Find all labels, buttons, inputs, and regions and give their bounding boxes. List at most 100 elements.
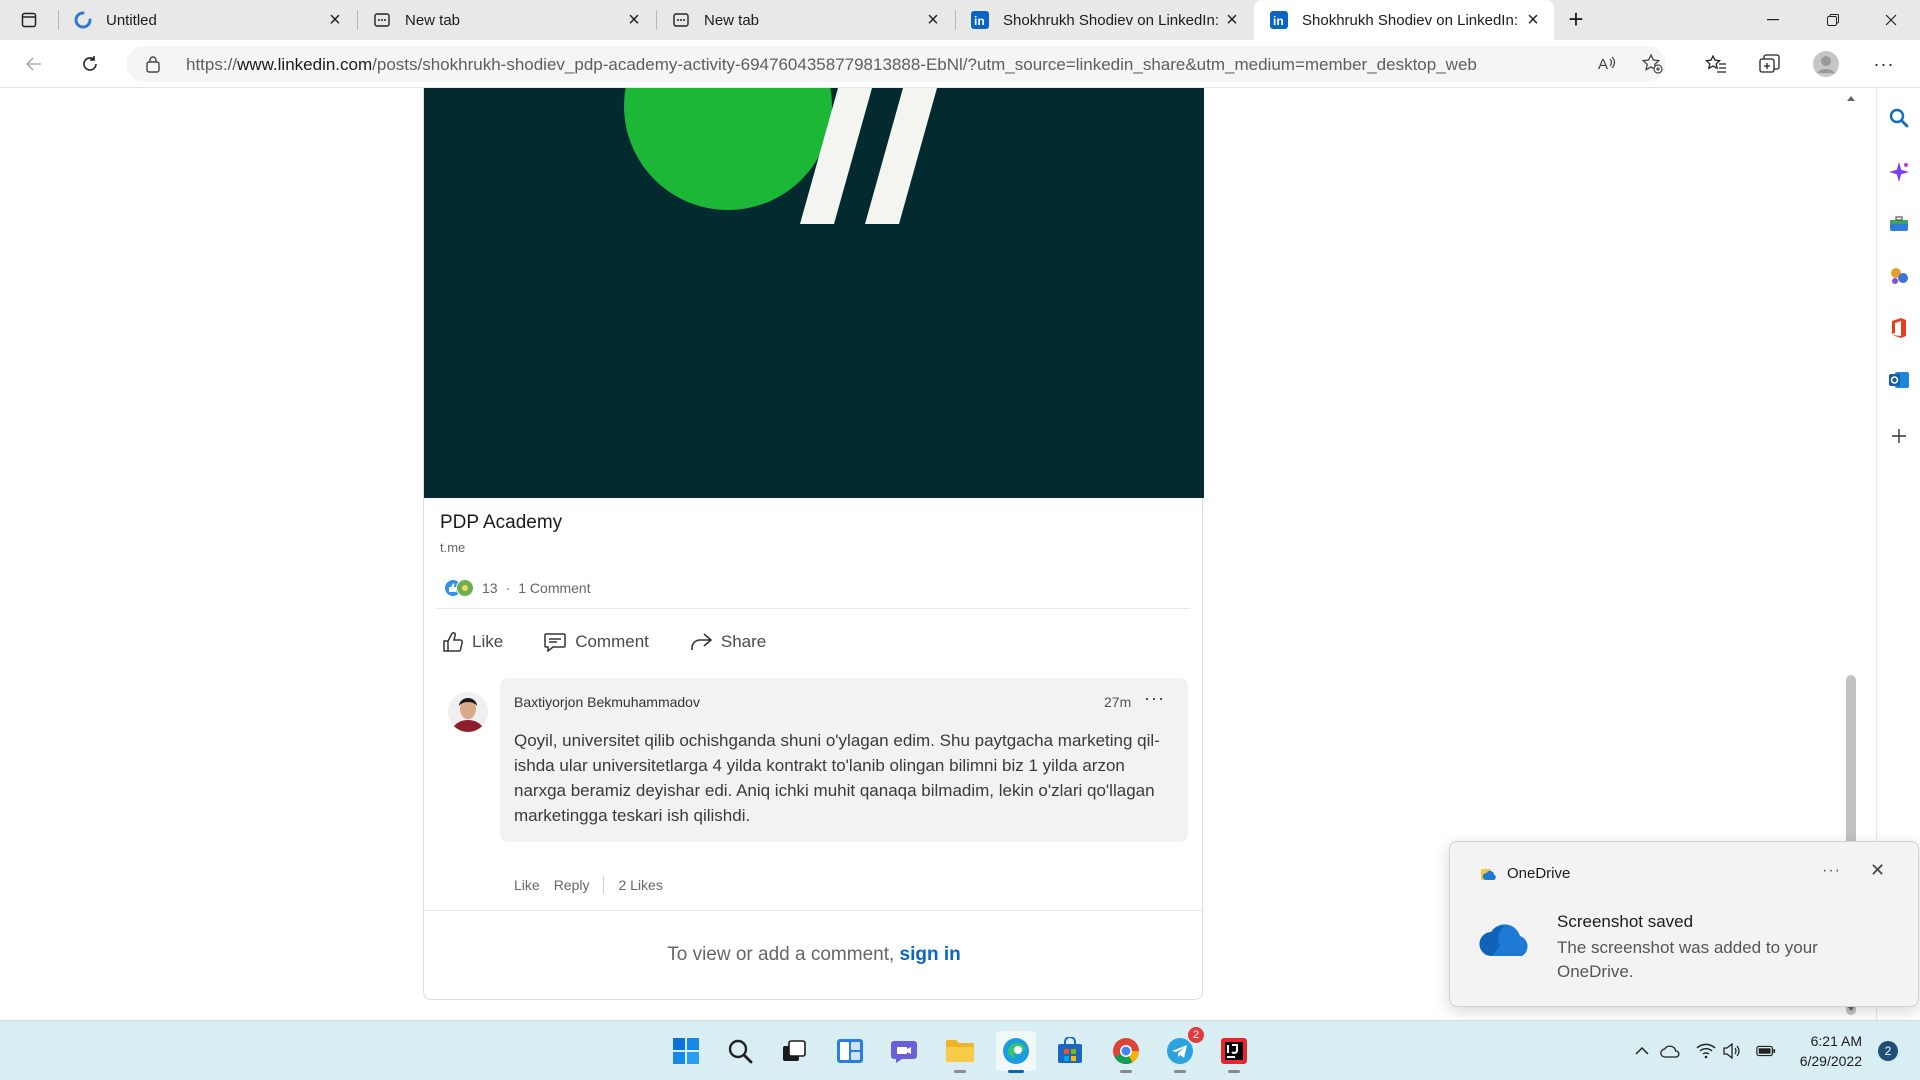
clock-date: 6/29/2022 [1799,1053,1862,1069]
onedrive-cloud-icon [1478,918,1534,963]
close-tab-icon[interactable]: × [1219,7,1245,33]
onedrive-tray-icon[interactable] [1660,1041,1680,1061]
new-tab-icon [672,11,690,29]
start-icon[interactable] [666,1031,706,1071]
close-tab-icon[interactable]: × [621,7,647,33]
favorites-icon[interactable] [1700,48,1732,80]
address-bar[interactable]: https://www.linkedin.com/posts/shokhrukh… [126,46,1666,82]
share-button[interactable]: Share [689,632,766,652]
onedrive-notification[interactable]: OneDrive ··· ✕ Screenshot saved The scre… [1449,841,1919,1007]
toast-body: The screenshot was added to your OneDriv… [1557,938,1818,981]
profile-avatar[interactable] [1810,48,1842,80]
battery-icon[interactable] [1756,1041,1776,1061]
minimize-icon[interactable] [1750,0,1796,40]
tab-linkedin-active[interactable]: in Shokhrukh Shodiev on LinkedIn: × [1254,0,1554,40]
link-preview-image[interactable] [424,88,1204,498]
notification-center-badge[interactable]: 2 [1878,1041,1898,1061]
like-button[interactable]: Like [442,631,503,653]
show-hidden-icons-chevron-icon[interactable] [1632,1041,1652,1061]
thumbs-up-icon [443,632,463,652]
file-explorer-icon[interactable] [940,1031,980,1073]
clock-time: 6:21 AM [1810,1033,1862,1049]
discover-sparkle-icon[interactable] [1887,160,1911,184]
restore-icon[interactable] [1810,0,1856,40]
commenter-avatar[interactable] [448,692,488,732]
comment-likes-count[interactable]: 2 Likes [618,877,662,893]
teams-chat-icon[interactable] [884,1031,924,1071]
tab-untitled[interactable]: Untitled × [58,0,356,40]
back-icon[interactable] [18,48,50,80]
url-prefix: https:// [186,55,238,74]
tools-briefcase-icon[interactable] [1887,212,1911,236]
reaction-count[interactable]: 13 [482,580,498,596]
games-icon[interactable] [1887,264,1911,288]
widgets-icon[interactable] [830,1031,870,1071]
refresh-icon[interactable] [74,48,106,80]
link-domain: t.me [440,540,466,555]
social-counts[interactable]: 13 · 1 Comment [444,578,591,598]
new-tab-icon [373,11,391,29]
outlook-icon[interactable] [1887,368,1911,392]
linkedin-icon: in [1270,11,1288,29]
volume-icon[interactable] [1722,1041,1742,1061]
comment-reply-button[interactable]: Reply [554,877,590,893]
comment-button[interactable]: Comment [543,632,649,652]
comments-count-link[interactable]: 1 Comment [518,580,590,596]
comment-label: Comment [575,632,649,651]
microsoft-store-icon[interactable] [1050,1031,1090,1071]
taskbar: 2 6:21 AM 6/29/2022 2 [0,1020,1920,1080]
post-actions: Like Comment Share [442,620,806,664]
close-tab-icon[interactable]: × [1520,7,1546,33]
wifi-icon[interactable] [1696,1041,1716,1061]
toast-more-icon[interactable]: ··· [1822,862,1841,880]
tab-label: Shokhrukh Shodiev on LinkedIn: [1302,11,1518,29]
share-icon [691,633,713,650]
settings-more-icon[interactable]: ··· [1868,48,1900,80]
lock-icon[interactable] [146,55,160,78]
collections-icon[interactable] [1754,48,1786,80]
new-tab-button[interactable]: + [1562,6,1590,34]
close-tab-icon[interactable]: × [322,7,348,33]
task-view-icon[interactable] [774,1031,814,1071]
comment-icon [544,633,566,652]
telegram-icon[interactable]: 2 [1160,1027,1204,1073]
add-sidebar-app-icon[interactable] [1887,424,1911,448]
office-icon[interactable] [1887,316,1911,340]
system-clock[interactable]: 6:21 AM 6/29/2022 [1786,1031,1862,1071]
signin-link[interactable]: sign in [900,944,961,965]
signin-prefix: To view or add a comment, [667,944,895,965]
chrome-icon[interactable] [1106,1031,1146,1073]
url-path: /posts/shokhrukh-shodiev_pdp-academy-act… [372,55,1477,74]
close-window-icon[interactable] [1868,0,1914,40]
edge-loading-icon [74,11,92,29]
share-label: Share [720,632,767,651]
comment-author[interactable]: Baxtiyorjon Bekmuhammadov [514,694,700,710]
svg-text:in: in [1273,14,1284,28]
comment-time: 27m [1104,694,1132,710]
url-text[interactable]: https://www.linkedin.com/posts/shokhrukh… [186,55,1477,75]
linkedin-icon: in [971,11,989,29]
tab-linkedin-1[interactable]: in Shokhrukh Shodiev on LinkedIn: × [955,0,1253,40]
intellij-icon[interactable] [1214,1031,1254,1073]
comment-more-icon[interactable]: ··· [1144,688,1165,709]
toast-close-icon[interactable]: ✕ [1870,860,1885,881]
edge-taskbar-icon[interactable] [996,1031,1036,1073]
tab-new-tab-1[interactable]: New tab × [357,0,655,40]
svg-text:in: in [974,14,985,28]
tab-new-tab-2[interactable]: New tab × [656,0,954,40]
like-label: Like [472,632,504,651]
search-icon[interactable] [1887,106,1911,130]
tab-actions-menu-icon[interactable] [16,8,42,32]
divider [436,608,1190,609]
search-icon[interactable] [720,1031,760,1071]
url-host: www.linkedin.com [237,55,373,74]
toast-title: Screenshot saved [1557,912,1694,931]
link-title[interactable]: PDP Academy [440,512,562,534]
tab-strip: Untitled × New tab × New tab × in Shokhr… [0,0,1920,40]
scroll-up-icon[interactable] [1847,96,1855,101]
add-favorite-icon[interactable] [1640,52,1664,76]
read-aloud-icon[interactable]: A [1596,52,1620,76]
comment-like-button[interactable]: Like [514,877,540,893]
running-indicator [1228,1070,1240,1073]
close-tab-icon[interactable]: × [920,7,946,33]
